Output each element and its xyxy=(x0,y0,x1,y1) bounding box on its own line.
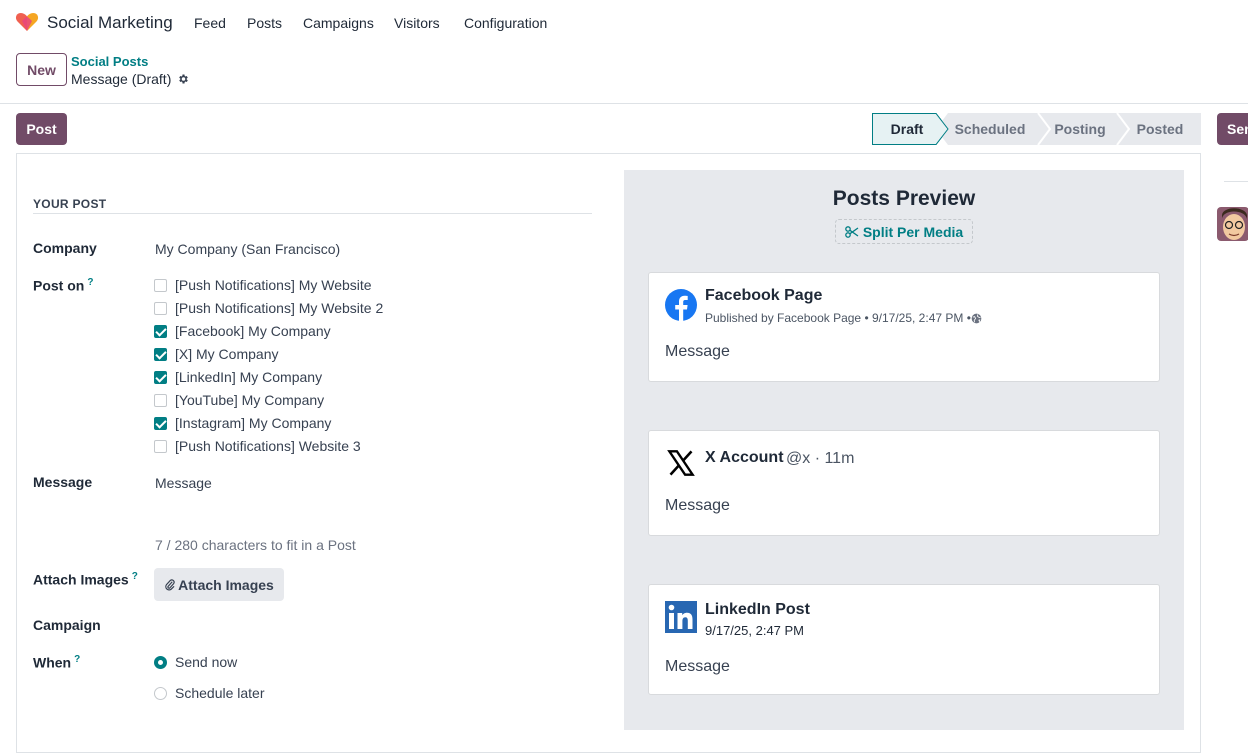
checkbox[interactable] xyxy=(154,347,167,361)
facebook-card-message: Message xyxy=(665,343,730,360)
linkedin-preview-card: LinkedIn Post 9/17/25, 2:47 PM Message xyxy=(648,584,1160,695)
x-card-title: X Account xyxy=(705,449,784,466)
attach-images-button[interactable]: Attach Images xyxy=(154,568,284,601)
account-checkbox-row[interactable]: [Push Notifications] Website 3 xyxy=(154,437,361,455)
control-panel: New Social Posts Message (Draft) xyxy=(0,46,1248,104)
split-per-media-label: Split Per Media xyxy=(862,223,964,240)
char-counter: 7 / 280 characters to fit in a Post xyxy=(155,537,356,553)
help-icon[interactable]: ? xyxy=(132,571,138,582)
account-label: [Facebook] My Company xyxy=(175,323,331,339)
company-label: Company xyxy=(33,240,97,256)
new-button[interactable]: New xyxy=(16,53,67,86)
linkedin-card-title: LinkedIn Post xyxy=(705,601,810,618)
top-navbar: Social Marketing Feed Posts Campaigns Vi… xyxy=(0,0,1248,46)
post-button[interactable]: Post xyxy=(16,113,67,145)
breadcrumb-current: Message (Draft) xyxy=(71,71,172,87)
company-field[interactable]: My Company (San Francisco) xyxy=(155,241,340,257)
x-card-message: Message xyxy=(665,497,730,514)
message-label: Message xyxy=(33,474,93,490)
account-label: [Push Notifications] My Website xyxy=(175,277,372,293)
x-logo-icon xyxy=(667,450,695,476)
post-on-label: Post on? xyxy=(33,277,93,294)
stage-draft[interactable]: Draft xyxy=(872,113,942,145)
account-label: [Push Notifications] Website 3 xyxy=(175,438,361,454)
help-icon[interactable]: ? xyxy=(74,654,80,665)
account-checkbox-row[interactable]: [Push Notifications] My Website xyxy=(154,276,372,294)
breadcrumb-social-posts[interactable]: Social Posts xyxy=(71,54,148,69)
avatar[interactable] xyxy=(1217,207,1248,241)
account-checkbox-row[interactable]: [YouTube] My Company xyxy=(154,391,324,409)
gear-icon[interactable] xyxy=(177,73,189,85)
account-checkbox-row[interactable]: [X] My Company xyxy=(154,345,278,363)
stage-scheduled[interactable]: Scheduled xyxy=(950,113,1030,145)
menu-configuration[interactable]: Configuration xyxy=(464,15,547,31)
facebook-card-meta: Published by Facebook Page • 9/17/25, 2:… xyxy=(705,311,971,325)
when-label-text: When xyxy=(33,654,72,671)
chatter-divider xyxy=(1224,181,1248,182)
send-button[interactable]: Send xyxy=(1217,113,1248,145)
linkedin-card-message: Message xyxy=(665,658,730,675)
radio-button[interactable] xyxy=(154,655,167,669)
linkedin-icon xyxy=(665,601,697,633)
facebook-card-title: Facebook Page xyxy=(705,287,823,304)
facebook-icon xyxy=(665,289,697,321)
checkbox[interactable] xyxy=(154,439,167,453)
post-on-label-text: Post on xyxy=(33,277,85,294)
scissors-icon xyxy=(844,225,859,238)
stage-posting[interactable]: Posting xyxy=(1048,113,1112,145)
attach-images-label: Attach Images? xyxy=(33,571,138,588)
heart-logo-icon[interactable] xyxy=(15,12,39,32)
radio-button[interactable] xyxy=(154,686,167,700)
paperclip-icon xyxy=(165,579,175,591)
menu-campaigns[interactable]: Campaigns xyxy=(303,15,374,31)
account-label: [X] My Company xyxy=(175,346,279,362)
stage-posted[interactable]: Posted xyxy=(1127,113,1193,145)
checkbox[interactable] xyxy=(154,301,167,315)
attach-images-button-label: Attach Images xyxy=(178,576,274,593)
status-bar: Draft Scheduled Posting Posted xyxy=(872,113,1201,145)
section-divider xyxy=(33,213,592,214)
account-label: [Instagram] My Company xyxy=(175,415,332,431)
radio-label: Schedule later xyxy=(175,685,265,701)
menu-feed[interactable]: Feed xyxy=(194,15,226,31)
x-preview-card: X Account @x · 11m Message xyxy=(648,430,1160,536)
campaign-label: Campaign xyxy=(33,617,101,633)
radio-schedule-later[interactable]: Schedule later xyxy=(154,685,265,701)
account-checkbox-row[interactable]: [Push Notifications] My Website 2 xyxy=(154,299,383,317)
section-title: YOUR POST xyxy=(33,197,107,211)
menu-visitors[interactable]: Visitors xyxy=(394,15,440,31)
checkbox[interactable] xyxy=(154,370,167,384)
account-label: [LinkedIn] My Company xyxy=(175,369,323,385)
preview-title: Posts Preview xyxy=(832,187,976,210)
message-field[interactable]: Message xyxy=(155,475,212,491)
checkbox[interactable] xyxy=(154,416,167,430)
posts-preview-panel: Posts Preview Split Per Media Facebook P… xyxy=(624,170,1184,730)
menu-posts[interactable]: Posts xyxy=(247,15,282,31)
account-checkbox-row[interactable]: [LinkedIn] My Company xyxy=(154,368,322,386)
account-checkbox-row[interactable]: [Facebook] My Company xyxy=(154,322,331,340)
checkbox[interactable] xyxy=(154,324,167,338)
when-label: When? xyxy=(33,654,80,671)
radio-label: Send now xyxy=(175,654,238,670)
globe-icon xyxy=(971,313,982,324)
checkbox[interactable] xyxy=(154,278,167,292)
linkedin-card-date: 9/17/25, 2:47 PM xyxy=(705,623,805,638)
attach-images-label-text: Attach Images xyxy=(33,571,129,588)
x-card-handle: @x · 11m xyxy=(786,450,855,467)
facebook-preview-card: Facebook Page Published by Facebook Page… xyxy=(648,272,1160,382)
checkbox[interactable] xyxy=(154,393,167,407)
account-checkbox-row[interactable]: [Instagram] My Company xyxy=(154,414,331,432)
account-label: [Push Notifications] My Website 2 xyxy=(175,300,384,316)
account-label: [YouTube] My Company xyxy=(175,392,325,408)
help-icon[interactable]: ? xyxy=(87,277,93,288)
app-name[interactable]: Social Marketing xyxy=(47,13,173,33)
split-per-media-button[interactable]: Split Per Media xyxy=(835,219,973,244)
radio-send-now[interactable]: Send now xyxy=(154,654,237,670)
